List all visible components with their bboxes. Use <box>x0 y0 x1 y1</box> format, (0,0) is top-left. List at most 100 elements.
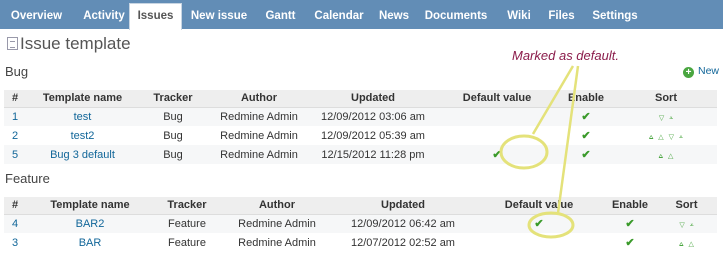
table-row: 4 BAR2 Feature Redmine Admin 12/09/2012 … <box>4 214 717 233</box>
col-template-name: Template name <box>28 197 152 215</box>
col-updated: Updated <box>309 90 437 108</box>
template-id-link[interactable]: 4 <box>12 218 18 230</box>
tab-settings[interactable]: Settings <box>587 4 643 29</box>
tracker-cell: Bug <box>137 145 209 164</box>
col-id: # <box>4 197 28 215</box>
page-title: Issue template <box>7 34 131 54</box>
col-author: Author <box>209 90 309 108</box>
feature-templates-table: # Template name Tracker Author Updated D… <box>4 197 717 252</box>
template-id-link[interactable]: 2 <box>12 130 18 142</box>
sort-cell: ⩠ △ <box>656 233 717 252</box>
col-sort: Sort <box>615 90 717 108</box>
annotation-label: Marked as default. <box>512 48 619 63</box>
col-sort: Sort <box>656 197 717 215</box>
bug-templates-table: # Template name Tracker Author Updated D… <box>4 90 717 164</box>
tracker-cell: Feature <box>152 214 222 233</box>
template-id-link[interactable]: 1 <box>12 111 18 123</box>
default-cell <box>437 126 557 145</box>
template-name-link[interactable]: test <box>74 111 92 123</box>
move-top-icon[interactable]: ⩠ <box>659 153 663 161</box>
move-top-icon[interactable]: ⩠ <box>679 241 683 249</box>
enabled-check-icon: ✔ <box>581 111 591 124</box>
enabled-check-icon: ✔ <box>581 130 591 142</box>
enable-cell: ✔ <box>604 214 656 233</box>
template-name-link[interactable]: test2 <box>71 130 95 142</box>
move-up-icon[interactable]: △ <box>668 153 673 161</box>
add-icon: + <box>683 67 694 78</box>
table-row: 1 test Bug Redmine Admin 12/09/2012 03:0… <box>4 107 717 126</box>
move-down-icon[interactable]: ▽ <box>669 134 674 142</box>
template-name-link[interactable]: Bug 3 default <box>50 149 115 161</box>
move-down-icon[interactable]: ▽ <box>679 222 684 230</box>
table-row: 2 test2 Bug Redmine Admin 12/09/2012 05:… <box>4 126 717 145</box>
tracker-cell: Bug <box>137 126 209 145</box>
col-default-value: Default value <box>437 90 557 108</box>
author-cell: Redmine Admin <box>209 126 309 145</box>
table-header-row: # Template name Tracker Author Updated D… <box>4 90 717 108</box>
tab-files[interactable]: Files <box>543 4 580 29</box>
tab-documents[interactable]: Documents <box>419 4 493 29</box>
new-link-label: New <box>698 65 720 77</box>
col-author: Author <box>222 197 332 215</box>
enable-cell: ✔ <box>604 233 656 252</box>
updated-cell: 12/09/2012 06:42 am <box>332 214 474 233</box>
table-row: 5 Bug 3 default Bug Redmine Admin 12/15/… <box>4 145 717 164</box>
sort-cell: ⩠ △ ▽ ⩡ <box>615 126 717 145</box>
enable-cell: ✔ <box>557 145 615 164</box>
enabled-check-icon: ✔ <box>581 149 591 161</box>
feature-section-title: Feature <box>5 171 50 186</box>
template-name-link[interactable]: BAR <box>79 237 102 249</box>
page-title-text: Issue template <box>20 34 131 53</box>
tab-gantt[interactable]: Gantt <box>258 4 303 29</box>
col-template-name: Template name <box>28 90 137 108</box>
col-tracker: Tracker <box>152 197 222 215</box>
tracker-cell: Bug <box>137 107 209 126</box>
tab-news[interactable]: News <box>374 4 414 29</box>
move-bottom-icon[interactable]: ⩡ <box>669 115 673 123</box>
col-enable: Enable <box>557 90 615 108</box>
updated-cell: 12/15/2012 11:28 pm <box>309 145 437 164</box>
col-default-value: Default value <box>474 197 604 215</box>
tab-new-issue[interactable]: New issue <box>186 4 252 29</box>
default-check-icon: ✔ <box>492 149 502 161</box>
document-icon <box>7 37 18 50</box>
tab-wiki[interactable]: Wiki <box>501 4 537 29</box>
tab-activity[interactable]: Activity <box>73 4 135 29</box>
default-cell <box>437 107 557 126</box>
move-bottom-icon[interactable]: ⩡ <box>690 222 694 230</box>
tab-overview[interactable]: Overview <box>3 4 70 29</box>
tracker-cell: Feature <box>152 233 222 252</box>
author-cell: Redmine Admin <box>209 107 309 126</box>
move-up-icon[interactable]: △ <box>658 134 663 142</box>
new-template-link[interactable]: + New <box>683 65 719 78</box>
sort-cell: ▽ ⩡ <box>656 214 717 233</box>
author-cell: Redmine Admin <box>222 214 332 233</box>
default-cell <box>474 233 604 252</box>
author-cell: Redmine Admin <box>222 233 332 252</box>
updated-cell: 12/09/2012 03:06 am <box>309 107 437 126</box>
move-top-icon[interactable]: ⩠ <box>649 134 653 142</box>
template-name-link[interactable]: BAR2 <box>76 218 105 230</box>
col-tracker: Tracker <box>137 90 209 108</box>
enabled-check-icon: ✔ <box>625 218 635 231</box>
template-id-link[interactable]: 3 <box>12 237 18 249</box>
author-cell: Redmine Admin <box>209 145 309 164</box>
template-id-link[interactable]: 5 <box>12 149 18 161</box>
move-down-icon[interactable]: ▽ <box>659 115 664 123</box>
bug-section-title: Bug <box>5 64 29 79</box>
move-up-icon[interactable]: △ <box>688 241 693 249</box>
tab-calendar[interactable]: Calendar <box>307 4 371 29</box>
tab-issues[interactable]: Issues <box>129 3 182 30</box>
col-id: # <box>4 90 28 108</box>
sort-cell: ⩠ △ <box>615 145 717 164</box>
col-enable: Enable <box>604 197 656 215</box>
move-bottom-icon[interactable]: ⩡ <box>679 134 683 142</box>
updated-cell: 12/09/2012 05:39 am <box>309 126 437 145</box>
updated-cell: 12/07/2012 02:52 am <box>332 233 474 252</box>
col-updated: Updated <box>332 197 474 215</box>
enable-cell: ✔ <box>557 107 615 126</box>
default-cell: ✔ <box>437 145 557 164</box>
table-row: 3 BAR Feature Redmine Admin 12/07/2012 0… <box>4 233 717 252</box>
enable-cell: ✔ <box>557 126 615 145</box>
project-menu: Overview Activity Issues New issue Gantt… <box>0 0 723 30</box>
